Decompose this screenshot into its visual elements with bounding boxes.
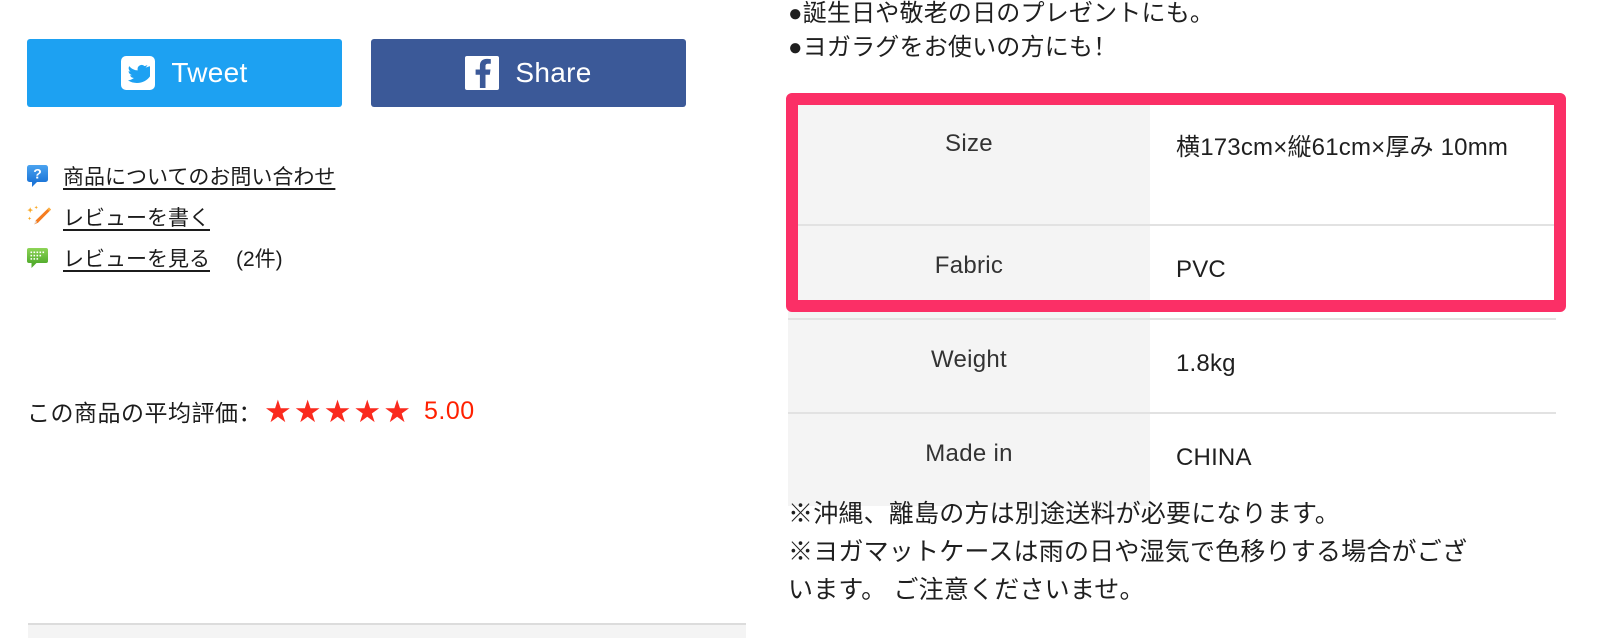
specification-table: Size 横173cm×縦61cm×厚み 10mm Fabric PVC Wei… xyxy=(788,104,1556,506)
table-row: Size 横173cm×縦61cm×厚み 10mm xyxy=(788,104,1556,225)
facebook-share-button[interactable]: Share xyxy=(371,39,686,107)
note-line: ※ヨガマットケースは雨の日や湿気で色移りする場合がござ xyxy=(788,538,1468,566)
pencil-sparkle-icon xyxy=(27,205,51,229)
green-speech-bubble-icon xyxy=(27,246,51,270)
svg-text:?: ? xyxy=(33,165,42,181)
star-icon: ★ xyxy=(353,393,382,429)
facebook-f-icon xyxy=(465,56,500,90)
view-reviews-link-label[interactable]: レビューを見る xyxy=(63,243,210,273)
view-reviews-link-row[interactable]: レビューを見る (2件) xyxy=(27,237,587,278)
review-count: (2件) xyxy=(236,247,283,271)
note-line: ※沖縄、離島の方は別途送料が必要になります。 xyxy=(788,500,1340,528)
feature-bullet-list: ●誕生日や敬老の日のプレゼントにも。 ●ヨガラグをお使いの方にも！ xyxy=(788,0,1548,65)
section-divider xyxy=(28,623,746,638)
inquiry-link-label[interactable]: 商品についてのお問い合わせ xyxy=(63,161,335,191)
feature-bullet: ●ヨガラグをお使いの方にも！ xyxy=(788,34,1118,61)
twitter-bird-icon xyxy=(121,56,156,90)
star-icon: ★ xyxy=(383,393,411,429)
write-review-link-label[interactable]: レビューを書く xyxy=(63,202,210,232)
table-row: Made in CHINA xyxy=(788,412,1556,506)
share-button-label: Share xyxy=(515,57,592,88)
feature-bullet: ●誕生日や敬老の日のプレゼントにも。 xyxy=(788,0,1215,27)
rating-stars: ★ ★ ★ ★ ★ xyxy=(264,396,411,427)
tweet-button[interactable]: Tweet xyxy=(27,39,342,107)
shipping-notes: ※沖縄、離島の方は別途送料が必要になります。 ※ヨガマットケースは雨の日や湿気で… xyxy=(788,495,1578,609)
spec-value: CHINA xyxy=(1150,412,1556,506)
spec-key: Made in xyxy=(788,412,1150,506)
inquiry-link-row[interactable]: ? 商品についてのお問い合わせ xyxy=(27,155,587,196)
star-icon: ★ xyxy=(293,393,322,429)
spec-key: Weight xyxy=(788,318,1150,413)
write-review-link-row[interactable]: レビューを書く xyxy=(27,196,587,237)
star-icon: ★ xyxy=(264,393,292,429)
star-icon: ★ xyxy=(323,393,352,429)
question-speech-bubble-icon: ? xyxy=(27,164,51,188)
table-row: Fabric PVC xyxy=(788,224,1556,319)
tweet-button-label: Tweet xyxy=(171,57,248,88)
table-row: Weight 1.8kg xyxy=(788,318,1556,413)
right-column: ●誕生日や敬老の日のプレゼントにも。 ●ヨガラグをお使いの方にも！ Size 横… xyxy=(786,0,1604,638)
spec-value: PVC xyxy=(1150,224,1556,319)
social-share-row: Tweet Share xyxy=(27,39,686,107)
product-links-list: ? 商品についてのお問い合わせ レビューを書く レビューを見る (2件) xyxy=(27,155,587,278)
spec-value: 1.8kg xyxy=(1150,318,1556,413)
left-column: Tweet Share ? 商品についてのお問い合わせ レビューを書く レビュー… xyxy=(0,0,760,638)
average-rating-row: この商品の平均評価： ★ ★ ★ ★ ★ 5.00 xyxy=(27,394,475,428)
spec-key: Size xyxy=(788,104,1150,225)
spec-key: Fabric xyxy=(788,224,1150,319)
spec-value: 横173cm×縦61cm×厚み 10mm xyxy=(1150,104,1556,225)
note-line: います。 ご注意くださいませ。 xyxy=(788,576,1145,604)
average-rating-value: 5.00 xyxy=(423,396,475,425)
average-rating-label: この商品の平均評価： xyxy=(27,400,262,426)
product-detail-page: Tweet Share ? 商品についてのお問い合わせ レビューを書く レビュー… xyxy=(0,0,1604,638)
